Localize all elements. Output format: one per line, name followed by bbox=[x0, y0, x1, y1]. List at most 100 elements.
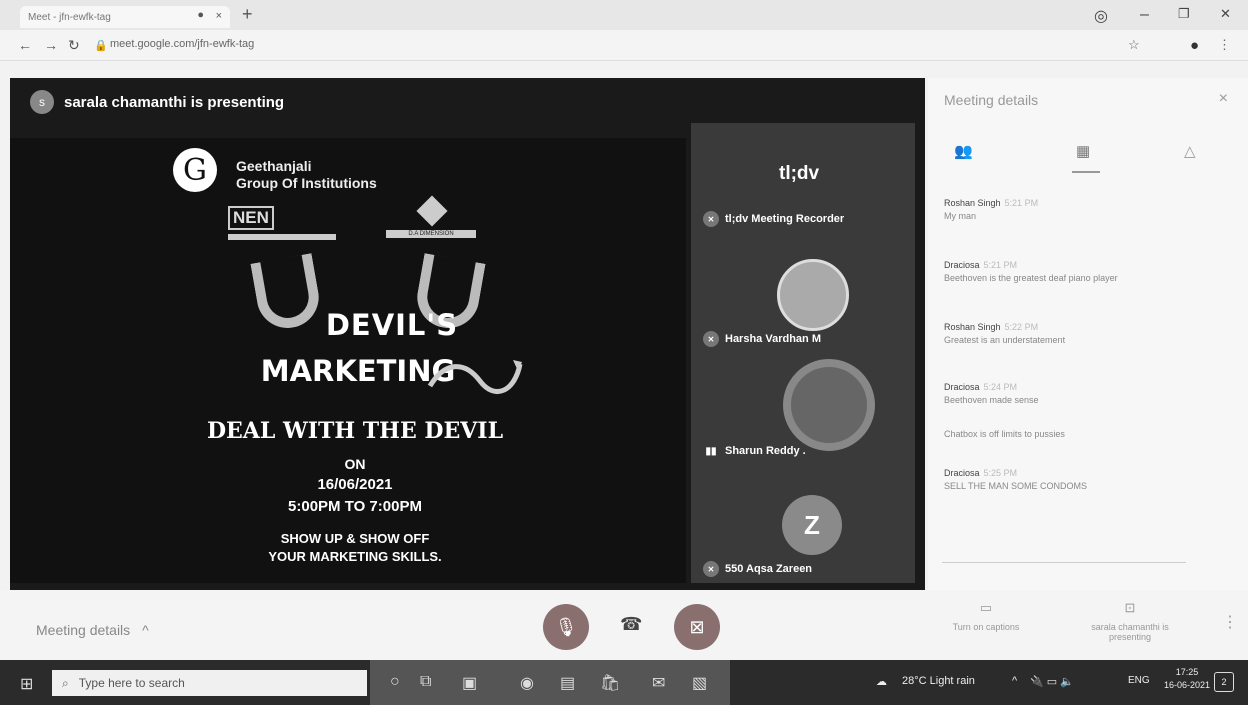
mic-off-icon: ✕ bbox=[703, 331, 719, 347]
devil-tail-icon bbox=[427, 360, 523, 394]
message-sender: Roshan Singh bbox=[944, 198, 1001, 208]
more-options-icon[interactable]: ⋮ bbox=[1222, 612, 1238, 632]
slide-subtitle: DEAL WITH THE DEVIL bbox=[206, 418, 504, 444]
task-view-icon[interactable]: ⧉ bbox=[420, 673, 431, 691]
chevron-up-icon: ^ bbox=[142, 622, 149, 638]
dimension-logo-text: D.A DIMENSION bbox=[386, 230, 476, 238]
meeting-details-button[interactable]: Meeting details ^ bbox=[36, 622, 149, 638]
chrome-icon[interactable]: ◉ bbox=[520, 673, 534, 693]
present-now-button[interactable]: ⊡ sarala chamanthi is presenting bbox=[1070, 600, 1190, 642]
weather-text[interactable]: 28°C Light rain bbox=[902, 675, 975, 687]
browser-tab-bar: Meet - jfn-ewfk-tag ● × + ◎ – ❐ ✕ bbox=[0, 0, 1248, 30]
weather-icon[interactable]: ☁ bbox=[876, 675, 887, 688]
slide-title-line1: DEVIL'S bbox=[325, 308, 459, 342]
activities-icon[interactable]: △ bbox=[1184, 142, 1196, 160]
tab-close-icon[interactable]: × bbox=[216, 10, 222, 22]
account-avatar-icon[interactable]: ● bbox=[1190, 37, 1199, 54]
institution-line1: Geethanjali bbox=[236, 158, 312, 174]
search-placeholder: Type here to search bbox=[78, 676, 185, 690]
recording-dot-icon: ● bbox=[197, 9, 204, 21]
captions-button[interactable]: ▭ Turn on captions bbox=[936, 600, 1036, 632]
meeting-details-panel: Meeting details × 👥 ▦ △ Roshan Singh 5:21… bbox=[928, 78, 1248, 590]
shared-slide: G Geethanjali Group Of Institutions NEN … bbox=[10, 138, 686, 583]
language-indicator[interactable]: ENG bbox=[1128, 675, 1150, 686]
presenter-avatar: s bbox=[30, 90, 54, 114]
people-icon[interactable]: 👥 bbox=[954, 142, 973, 160]
message-time: 5:25 PM bbox=[983, 468, 1018, 478]
present-label: sarala chamanthi is presenting bbox=[1091, 622, 1169, 642]
taskbar-search-input[interactable]: ⌕ Type here to search bbox=[52, 670, 367, 696]
forward-icon[interactable]: → bbox=[44, 37, 58, 53]
participant-aqsa[interactable]: ✕ 550 Aqsa Zareen bbox=[703, 561, 812, 577]
tray-icons[interactable]: 🔌 ▭ 🔈 bbox=[1030, 675, 1074, 688]
store-icon[interactable]: 🛍 bbox=[600, 673, 620, 693]
chat-message: Roshan Singh 5:21 PM My man bbox=[944, 198, 1214, 221]
app-icon[interactable]: ▣ bbox=[462, 673, 477, 693]
tldv-label: tl;dv bbox=[779, 163, 820, 184]
notification-center-icon[interactable]: 2 bbox=[1214, 672, 1234, 692]
message-text: Chatbox is off limits to pussies bbox=[944, 429, 1065, 439]
chat-input-line[interactable] bbox=[942, 562, 1186, 563]
app-icon[interactable]: ▤ bbox=[560, 673, 575, 693]
close-window-button[interactable]: ✕ bbox=[1220, 6, 1231, 22]
reload-icon[interactable]: ↻ bbox=[68, 37, 80, 54]
mic-off-icon: 🎙 bbox=[554, 616, 578, 637]
message-text: Beethoven made sense bbox=[944, 395, 1039, 405]
participant-harsha[interactable]: ✕ Harsha Vardhan M bbox=[703, 331, 821, 347]
url-field[interactable]: meet.google.com/jfn-ewfk-tag bbox=[110, 38, 254, 50]
participant-sharun[interactable]: ▮▮ Sharun Reddy . bbox=[703, 443, 805, 459]
close-panel-icon[interactable]: × bbox=[1219, 90, 1228, 108]
participant-photo-avatar bbox=[777, 259, 849, 331]
profile-circle-icon[interactable]: ◎ bbox=[1094, 6, 1108, 26]
meet-control-bar: Meeting details ^ 🎙 ☎ ⊠ ▭ Turn on captio… bbox=[0, 590, 1248, 660]
participant-recorder[interactable]: ✕ tl;dv Meeting Recorder bbox=[703, 211, 844, 227]
leave-call-icon[interactable]: ☎ bbox=[620, 614, 642, 635]
chat-message: Draciosa 5:25 PM SELL THE MAN SOME CONDOM… bbox=[944, 468, 1214, 491]
participant-name: Harsha Vardhan M bbox=[725, 333, 821, 345]
institution-line2: Group Of Institutions bbox=[236, 175, 377, 191]
slide-on: ON bbox=[344, 456, 366, 472]
star-icon[interactable]: ☆ bbox=[1128, 37, 1140, 53]
mic-toggle-button[interactable]: 🎙 bbox=[543, 604, 589, 650]
clock-date: 16-06-2021 bbox=[1164, 680, 1211, 690]
taskbar-clock[interactable]: 17:25 16-06-2021 bbox=[1164, 666, 1210, 692]
nen-logo-bar bbox=[228, 234, 336, 240]
search-icon: ⌕ bbox=[62, 675, 69, 690]
slide-cta-line1: SHOW UP & SHOW OFF bbox=[280, 531, 430, 546]
nen-logo: NEN bbox=[228, 206, 338, 242]
chat-icon[interactable]: ▦ bbox=[1076, 142, 1090, 160]
message-time: 5:22 PM bbox=[1004, 322, 1039, 332]
clock-time: 17:25 bbox=[1175, 667, 1199, 677]
windows-taskbar: ⊞ ⌕ Type here to search ○ ⧉ ▣ ◉ ▤ 🛍 ✉ ▧ … bbox=[0, 660, 1248, 705]
present-icon: ⊡ bbox=[1124, 600, 1136, 615]
nen-logo-text: NEN bbox=[228, 206, 274, 230]
mic-off-icon: ✕ bbox=[703, 211, 719, 227]
message-text: Beethoven is the greatest deaf piano pla… bbox=[944, 273, 1118, 283]
message-sender: Draciosa bbox=[944, 382, 980, 392]
presenter-banner: s sarala chamanthi is presenting bbox=[30, 90, 284, 114]
new-tab-button[interactable]: + bbox=[242, 4, 253, 25]
participant-initial-avatar: Z bbox=[782, 495, 842, 555]
meeting-stage: s sarala chamanthi is presenting G Geeth… bbox=[10, 78, 925, 590]
restore-button[interactable]: ❐ bbox=[1178, 6, 1190, 22]
windows-start-icon[interactable]: ⊞ bbox=[20, 674, 33, 694]
chat-message: Roshan Singh 5:22 PM Greatest is an under… bbox=[944, 322, 1214, 345]
minimize-button[interactable]: – bbox=[1140, 6, 1149, 24]
geethanjali-logo: G bbox=[173, 148, 217, 192]
mail-icon[interactable]: ✉ bbox=[652, 673, 665, 693]
message-time: 5:21 PM bbox=[1004, 198, 1039, 208]
participant-tiles: tl;dv ✕ tl;dv Meeting Recorder ✕ Harsha … bbox=[691, 123, 915, 583]
tray-chevron-icon[interactable]: ^ bbox=[1012, 675, 1017, 687]
app-icon[interactable]: ▧ bbox=[692, 673, 707, 693]
captions-label: Turn on captions bbox=[952, 622, 1020, 632]
browser-menu-icon[interactable]: ⋮ bbox=[1218, 37, 1231, 53]
browser-tab[interactable]: Meet - jfn-ewfk-tag ● × bbox=[20, 6, 230, 28]
camera-toggle-button[interactable]: ⊠ bbox=[674, 604, 720, 650]
participant-speaking-avatar bbox=[783, 359, 875, 451]
presenter-text: sarala chamanthi is presenting bbox=[64, 93, 285, 111]
lock-icon: 🔒 bbox=[94, 40, 108, 52]
participant-name: tl;dv Meeting Recorder bbox=[725, 213, 845, 225]
chat-message: Chatbox is off limits to pussies bbox=[944, 426, 1214, 439]
cortana-icon[interactable]: ○ bbox=[390, 673, 400, 691]
back-icon[interactable]: ← bbox=[18, 37, 32, 53]
